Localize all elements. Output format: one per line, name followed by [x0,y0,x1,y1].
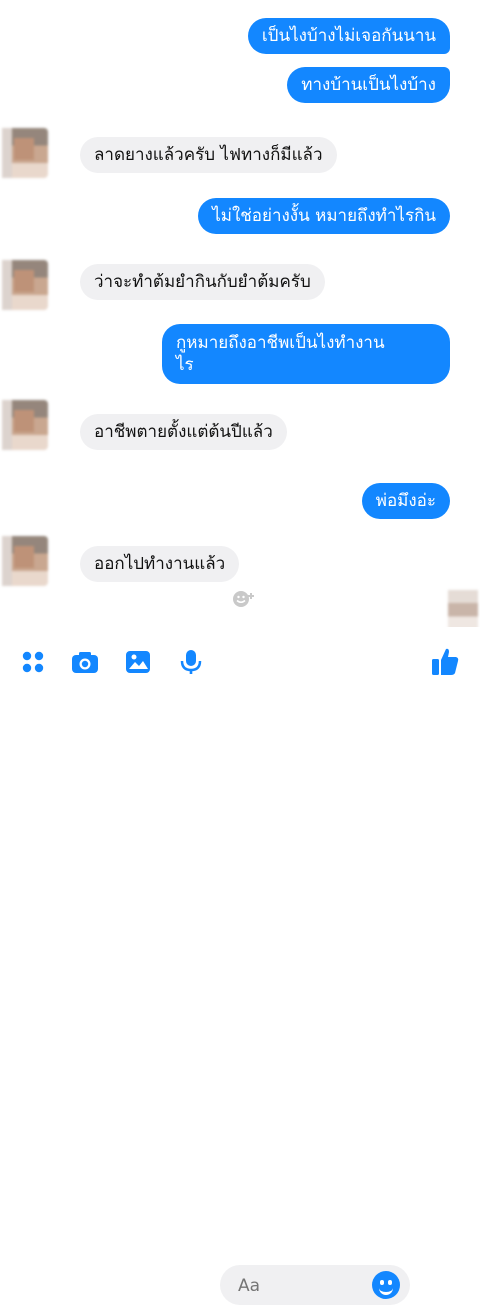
microphone-icon[interactable] [176,647,206,677]
message-outgoing[interactable]: พ่อมึงอ่ะ [361,483,450,519]
composer-toolbar [0,627,480,1305]
emoji-icon[interactable] [372,1271,400,1299]
contact-avatar[interactable] [2,260,48,310]
emoji-smile [379,1284,393,1295]
contact-avatar[interactable] [2,536,48,586]
message-line: ไร [176,355,194,375]
message-outgoing[interactable]: ไม่ใช่อย่างงั้น หมายถึงทำไรกิน [198,198,450,234]
message-outgoing[interactable]: เป็นไงบ้างไม่เจอกันนาน [247,18,450,54]
message-line: กูหมายถึงอาชีพเป็นไงทำงาน [176,333,385,353]
contact-avatar[interactable] [2,128,48,178]
camera-icon[interactable] [70,647,100,677]
add-reaction-icon[interactable] [232,588,256,610]
apps-icon[interactable] [18,647,48,677]
message-outgoing-multiline[interactable]: กูหมายถึงอาชีพเป็นไงทำงาน ไร [162,324,450,384]
message-outgoing[interactable]: ทางบ้านเป็นไงบ้าง [287,67,450,103]
message-incoming[interactable]: ว่าจะทำต้มยำกินกับยำต้มครับ [80,264,325,300]
like-icon[interactable] [430,645,460,675]
message-composer[interactable] [220,1265,410,1305]
gallery-icon[interactable] [123,647,153,677]
message-incoming[interactable]: อาชีพตายตั้งแต่ต้นปีแล้ว [80,414,287,450]
contact-avatar[interactable] [2,400,48,450]
message-incoming[interactable]: ลาดยางแล้วครับ ไฟทางก็มีแล้ว [80,137,337,173]
message-incoming[interactable]: ออกไปทำงานแล้ว [80,546,240,582]
message-input[interactable] [236,1274,360,1298]
